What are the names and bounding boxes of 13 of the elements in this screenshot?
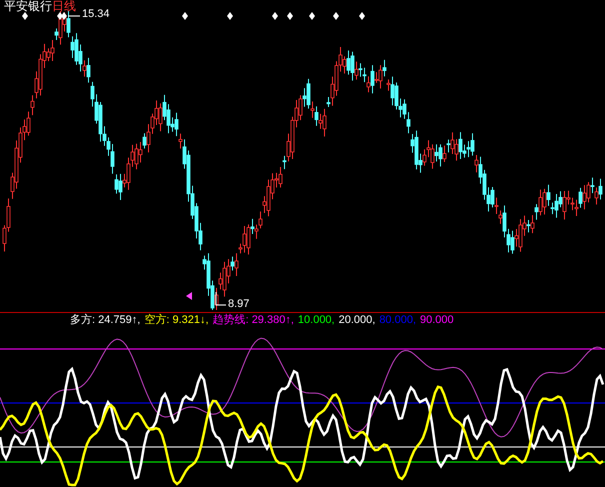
stock-name: 平安银行 bbox=[4, 0, 52, 12]
marker-icon bbox=[186, 292, 192, 300]
low-leader-line bbox=[216, 292, 226, 306]
indicator-value: 空方: 9.321↓, bbox=[144, 314, 209, 326]
high-price-label: 15.34 bbox=[82, 9, 110, 20]
low-price-label: 8.97 bbox=[228, 299, 250, 310]
indicator-value: 20.000, bbox=[338, 314, 376, 326]
indicator-value: 90.000 bbox=[420, 314, 454, 326]
chart-period: 日线 bbox=[52, 0, 76, 12]
indicator-value: 80.000, bbox=[379, 314, 416, 326]
indicator-value: 10.000, bbox=[298, 314, 335, 326]
indicator-value: 多方: 24.759↑, bbox=[70, 314, 140, 326]
indicator-value: 趋势线: 29.380↑, bbox=[212, 314, 294, 326]
